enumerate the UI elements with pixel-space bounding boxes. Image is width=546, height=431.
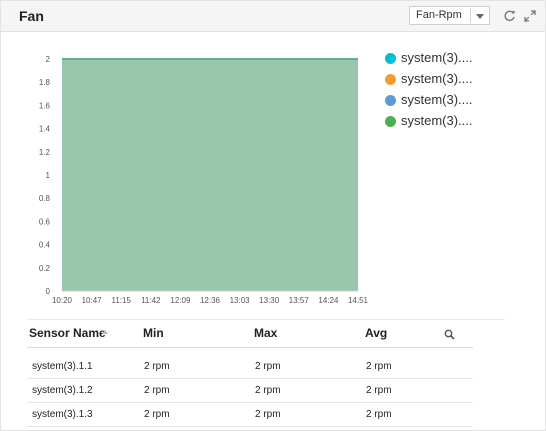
x-tick-label: 10:20 <box>52 296 73 305</box>
x-tick-label: 12:09 <box>170 296 191 305</box>
max-cell: 2 rpm <box>255 361 281 372</box>
avg-cell: 2 rpm <box>366 361 392 372</box>
legend-label: system(3).... <box>401 71 473 86</box>
y-tick-label: 1.4 <box>39 125 51 134</box>
max-header[interactable]: Max <box>254 326 277 340</box>
legend-label: system(3).... <box>401 92 473 107</box>
legend-dot-icon <box>385 74 396 85</box>
max-cell: 2 rpm <box>255 385 281 396</box>
legend-item[interactable]: system(3).... <box>385 91 505 112</box>
x-tick-label: 14:51 <box>348 296 369 305</box>
refresh-icon[interactable] <box>503 9 517 23</box>
fan-widget: Fan Fan-Rpm 2 1.8 1.6 1.4 1.2 1 0.8 0.6 0.4 0.2 0 1… <box>0 0 546 431</box>
legend-item[interactable]: system(3).... <box>385 70 505 91</box>
metric-select-value: Fan-Rpm <box>416 9 462 21</box>
y-tick-label: 0.8 <box>39 194 51 203</box>
y-tick-label: 1.2 <box>39 148 51 157</box>
x-tick-label: 13:03 <box>230 296 251 305</box>
x-tick-label: 10:47 <box>82 296 103 305</box>
y-tick-label: 0.6 <box>39 217 51 226</box>
chart-legend: system(3).... system(3).... system(3).... s… <box>385 49 505 133</box>
fan-rpm-chart: 2 1.8 1.6 1.4 1.2 1 0.8 0.6 0.4 0.2 010:20 10:47 11:… <box>39 55 369 305</box>
legend-item[interactable]: system(3).... <box>385 49 505 70</box>
table-row[interactable]: system(3).1.1 2 rpm 2 rpm 2 rpm <box>27 355 473 379</box>
sort-asc-icon[interactable] <box>102 330 108 334</box>
sensor-name-cell: system(3).1.3 <box>32 409 93 420</box>
x-tick-label: 13:30 <box>259 296 280 305</box>
search-icon[interactable] <box>444 327 455 340</box>
y-tick-label: 2 <box>46 55 51 64</box>
legend-label: system(3).... <box>401 113 473 128</box>
y-tick-label: 1.8 <box>39 78 51 87</box>
y-tick-label: 1.6 <box>39 101 51 110</box>
avg-cell: 2 rpm <box>366 409 392 420</box>
legend-dot-icon <box>385 53 396 64</box>
widget-title: Fan <box>19 8 44 24</box>
min-cell: 2 rpm <box>144 385 170 396</box>
y-tick-label: 1 <box>46 171 51 180</box>
select-divider <box>470 8 471 23</box>
legend-dot-icon <box>385 95 396 106</box>
chevron-down-icon[interactable] <box>476 14 484 19</box>
metric-select[interactable]: Fan-Rpm <box>409 6 490 25</box>
table-row[interactable]: system(3).1.3 2 rpm 2 rpm 2 rpm <box>27 403 473 427</box>
x-tick-label: 13:57 <box>289 296 310 305</box>
expand-icon[interactable] <box>523 9 537 23</box>
series-area <box>62 59 358 291</box>
x-tick-label: 14:24 <box>318 296 339 305</box>
sensor-name-cell: system(3).1.2 <box>32 385 93 396</box>
min-cell: 2 rpm <box>144 361 170 372</box>
sensor-name-cell: system(3).1.1 <box>32 361 93 372</box>
x-tick-label: 11:42 <box>141 296 161 305</box>
y-tick-label: 0 <box>46 287 51 296</box>
table-row[interactable]: system(3).1.2 2 rpm 2 rpm 2 rpm <box>27 379 473 403</box>
sensor-name-header[interactable]: Sensor Name <box>29 326 106 340</box>
legend-dot-icon <box>385 116 396 127</box>
min-header[interactable]: Min <box>143 326 164 340</box>
sensor-table: Sensor Name Min Max Avg system(3).1.1 2 … <box>27 319 473 427</box>
widget-header: Fan Fan-Rpm <box>1 1 545 32</box>
y-tick-label: 0.4 <box>39 241 51 250</box>
table-header: Sensor Name Min Max Avg <box>27 319 473 348</box>
legend-item[interactable]: system(3).... <box>385 112 505 133</box>
legend-label: system(3).... <box>401 50 473 65</box>
avg-header[interactable]: Avg <box>365 326 387 340</box>
x-tick-label: 11:15 <box>111 296 131 305</box>
avg-cell: 2 rpm <box>366 385 392 396</box>
min-cell: 2 rpm <box>144 409 170 420</box>
y-tick-label: 0.2 <box>39 264 51 273</box>
max-cell: 2 rpm <box>255 409 281 420</box>
x-tick-label: 12:36 <box>200 296 221 305</box>
